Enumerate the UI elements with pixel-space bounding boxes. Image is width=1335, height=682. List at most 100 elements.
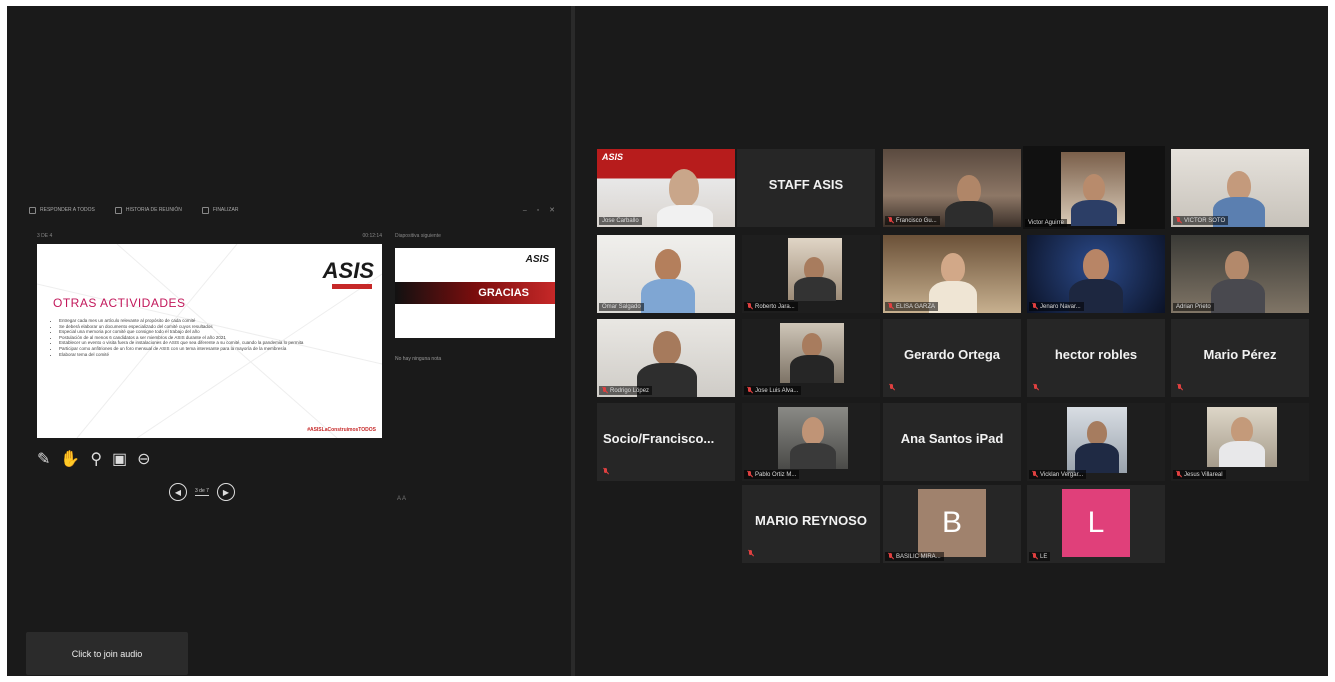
muted-mic-icon — [1032, 303, 1037, 310]
participant-tile[interactable]: VICTOR SOTO — [1171, 149, 1309, 227]
slide-logo-bar — [332, 284, 372, 289]
muted-mic-icon — [888, 303, 893, 310]
next-slide-preview[interactable]: ASIS GRACIAS — [395, 248, 555, 338]
participant-tile[interactable]: Francisco Gu... — [883, 149, 1021, 227]
participant-body — [1219, 441, 1265, 467]
next-slide-button[interactable]: ▶ — [216, 483, 235, 501]
toolbar-label-2: FINALIZAR — [212, 207, 239, 213]
toolbar-item-2[interactable]: FINALIZAR — [201, 206, 239, 214]
notes-font-controls[interactable]: A A — [397, 496, 406, 502]
participant-face — [1083, 249, 1109, 281]
participant-tile[interactable]: Omar Salgado — [597, 235, 735, 313]
participant-name: VICTOR SOTO — [1184, 217, 1226, 224]
slide-navigation: ◀ 3 de 7 ▶ — [169, 483, 235, 501]
participant-name: hector robles — [1054, 347, 1138, 362]
participant-name: Socio/Francisco... — [603, 431, 715, 446]
participant-face — [1231, 417, 1253, 443]
participant-tile[interactable]: Jenaro Navar... — [1027, 235, 1165, 313]
participant-label: VICTOR SOTO — [1173, 216, 1229, 225]
participant-name: ELISA GARZA — [896, 303, 936, 310]
participant-name: Victor Aguirre — [1028, 220, 1064, 226]
participant-label: Vicklan Vergar... — [1029, 470, 1087, 479]
participant-tile[interactable]: ELISA GARZA — [883, 235, 1021, 313]
history-icon — [114, 206, 122, 214]
participant-tile[interactable]: Jesus Villareal — [1171, 403, 1309, 481]
muted-mic-icon — [1176, 471, 1181, 478]
zoom-icon[interactable]: ⚲ — [90, 449, 102, 469]
participant-tile[interactable]: Socio/Francisco... — [597, 403, 735, 481]
participant-tile[interactable]: STAFF ASIS — [737, 149, 875, 227]
participant-label: Victor Aguirre — [1025, 219, 1067, 227]
participant-face — [655, 249, 681, 281]
participant-tile[interactable]: hector robles — [1027, 319, 1165, 397]
participant-body — [790, 443, 836, 469]
slide-bullet: Elaborar tema del comité — [59, 352, 359, 358]
participant-name: Jenaro Navar... — [1040, 303, 1081, 310]
slide-nav-count[interactable]: 3 de 7 — [195, 488, 209, 496]
participant-label: Francisco Gu... — [885, 216, 940, 225]
meeting-window: RESPONDER A TODOS HISTORIA DE REUNIÓN FI… — [7, 6, 1328, 676]
participant-name: Rodrigo López — [610, 387, 650, 394]
presenter-toolbar: RESPONDER A TODOS HISTORIA DE REUNIÓN FI… — [29, 200, 559, 220]
participant-name: Jose Luis Alva... — [755, 387, 799, 394]
muted-mic-icon — [602, 387, 607, 394]
next-slide-title: GRACIAS — [395, 282, 555, 304]
slides-icon[interactable]: ▣ — [112, 449, 127, 469]
participant-name: Mario Pérez — [1203, 347, 1277, 362]
participant-video — [597, 235, 735, 313]
participant-face — [669, 169, 699, 207]
participant-tile[interactable]: L LE — [1027, 485, 1165, 563]
participant-name: LE — [1040, 553, 1048, 560]
muted-mic-icon — [1176, 217, 1181, 224]
participant-tile[interactable]: Mario Pérez — [1171, 319, 1309, 397]
muted-mic-icon — [1032, 471, 1037, 478]
participant-tile[interactable]: Adrian Prieto — [1171, 235, 1309, 313]
join-audio-label: Click to join audio — [71, 648, 143, 659]
participant-tile[interactable]: Rodrigo López — [597, 319, 735, 397]
more-options-icon[interactable]: ⊖ — [137, 449, 150, 469]
participant-name: BASILIC MIRA... — [896, 553, 941, 560]
toolbar-item-0[interactable]: RESPONDER A TODOS — [29, 206, 95, 214]
muted-mic-icon — [889, 384, 894, 391]
speaker-notes: No hay ninguna nota — [395, 356, 442, 362]
participant-tile[interactable]: Ana Santos iPad — [883, 403, 1021, 481]
participant-name: MARIO REYNOSO — [755, 513, 867, 528]
prev-slide-button[interactable]: ◀ — [169, 483, 187, 501]
participant-tile[interactable]: Vicklan Vergar... — [1027, 403, 1165, 481]
participant-body — [945, 201, 993, 227]
participant-face — [1087, 421, 1107, 445]
muted-mic-icon — [748, 550, 753, 557]
window-controls[interactable]: – ▫ ✕ — [523, 206, 559, 214]
participant-video: ASIS — [597, 149, 735, 227]
participant-label: Jose Carballo — [599, 217, 642, 225]
toolbar-item-1[interactable]: HISTORIA DE REUNIÓN — [114, 206, 182, 214]
annotation-tools: ✎ ✋ ⚲ ▣ ⊖ — [37, 449, 151, 469]
participant-label: BASILIC MIRA... — [885, 552, 944, 561]
participant-body — [657, 205, 713, 227]
pointer-icon[interactable]: ✋ — [60, 449, 80, 469]
panel-divider[interactable] — [571, 6, 575, 676]
participant-name: Adrian Prieto — [1176, 304, 1211, 310]
participant-tile[interactable]: MARIO REYNOSO — [742, 485, 880, 563]
participant-tile[interactable]: Gerardo Ortega — [883, 319, 1021, 397]
chevron-right-icon: ▶ — [222, 487, 229, 497]
muted-mic-icon — [747, 471, 752, 478]
participant-name: Gerardo Ortega — [903, 347, 1001, 362]
participant-tile[interactable]: B BASILIC MIRA... — [883, 485, 1021, 563]
participant-name: Jose Carballo — [602, 218, 639, 224]
participant-name: Roberto Jara... — [755, 303, 795, 310]
participant-face — [653, 331, 681, 365]
participant-tile[interactable]: Roberto Jara... — [742, 235, 880, 313]
muted-mic-icon — [1177, 384, 1182, 391]
participant-tile[interactable]: Pablo Ortiz M... — [742, 403, 880, 481]
participant-tile[interactable]: ASIS Jose Carballo — [597, 149, 735, 227]
participant-body — [1075, 443, 1119, 473]
slide-counter: 3 DE 4 — [37, 233, 53, 239]
participant-tile[interactable]: Jose Luis Alva... — [742, 319, 880, 397]
pen-icon[interactable]: ✎ — [37, 449, 50, 469]
reply-icon — [29, 206, 36, 214]
participant-face — [1083, 174, 1105, 202]
join-audio-button[interactable]: Click to join audio — [26, 632, 188, 675]
active-speaker-tile[interactable]: Victor Aguirre — [1023, 146, 1165, 229]
avatar: B — [918, 489, 986, 557]
